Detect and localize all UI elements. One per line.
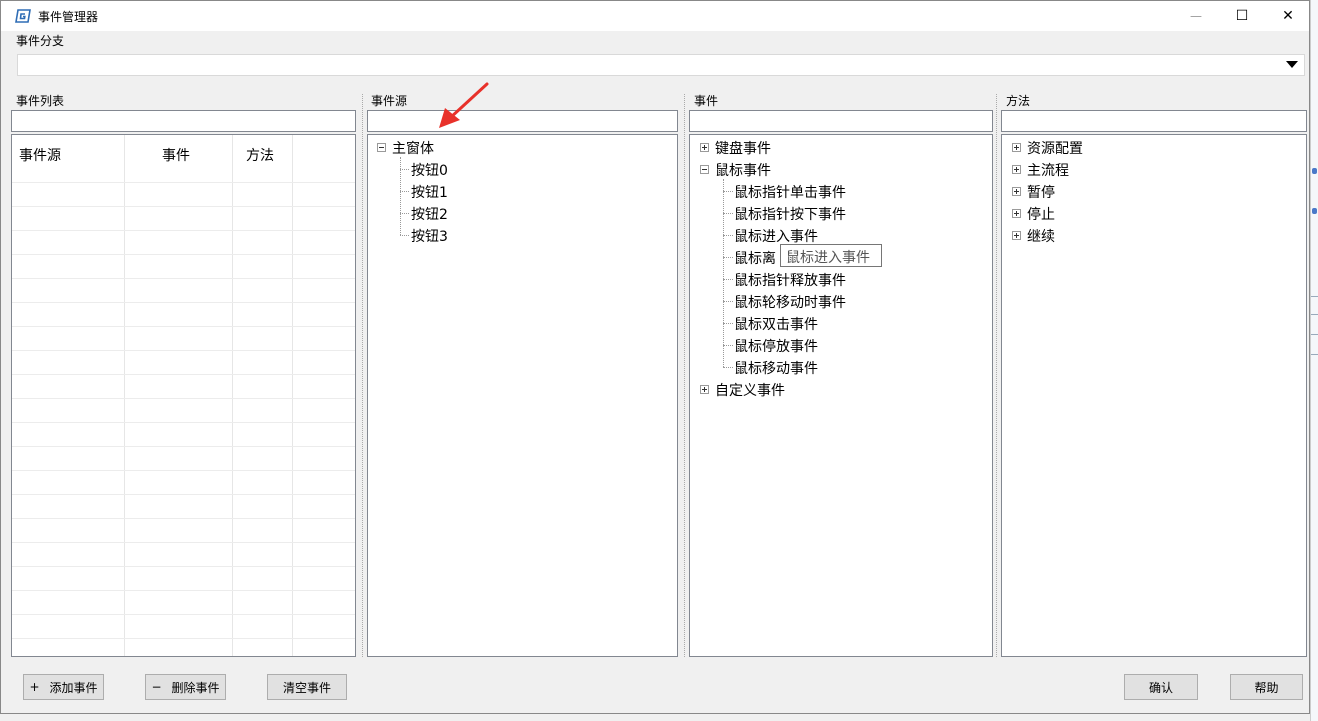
tree-node-pause[interactable]: 暂停 <box>1027 182 1055 202</box>
help-button[interactable]: 帮助 <box>1230 674 1303 700</box>
column-header-event[interactable]: 事件 <box>162 145 190 165</box>
background-app-strip <box>1310 0 1318 721</box>
annotation-arrow-icon <box>439 82 489 128</box>
tree-node-main-window[interactable]: 主窗体 <box>392 138 434 158</box>
events-tree[interactable]: 键盘事件 鼠标事件 鼠标指针单击事件 鼠标指针按下事件 鼠标进入事件 鼠标离 鼠… <box>689 134 993 657</box>
window-title: 事件管理器 <box>38 10 99 24</box>
add-event-label: 添加事件 <box>49 680 98 695</box>
expand-icon[interactable] <box>1012 165 1021 174</box>
splitter-1[interactable] <box>362 94 364 657</box>
collapse-icon[interactable] <box>377 143 386 152</box>
tree-node-mouse-up[interactable]: 鼠标指针释放事件 <box>734 270 846 290</box>
confirm-label: 确认 <box>1148 680 1173 695</box>
event-source-search-input[interactable] <box>367 110 678 132</box>
clear-events-label: 清空事件 <box>282 680 331 695</box>
branch-label: 事件分支 <box>16 34 65 48</box>
tree-node-resume[interactable]: 继续 <box>1027 226 1055 246</box>
event-list-search-input[interactable] <box>11 110 356 132</box>
tree-node-button-2[interactable]: 按钮2 <box>411 204 448 224</box>
tree-node-resource-config[interactable]: 资源配置 <box>1027 138 1083 158</box>
tree-node-mouse-events[interactable]: 鼠标事件 <box>715 160 771 180</box>
tree-node-mouse-click[interactable]: 鼠标指针单击事件 <box>734 182 846 202</box>
tree-node-custom-events[interactable]: 自定义事件 <box>715 380 785 400</box>
event-list-label: 事件列表 <box>16 94 65 108</box>
tree-node-mouse-leave[interactable]: 鼠标离 <box>734 248 776 268</box>
column-header-source[interactable]: 事件源 <box>19 145 61 165</box>
clear-events-button[interactable]: 清空事件 <box>267 674 347 700</box>
title-bar[interactable]: 事件管理器 — ☐ ✕ <box>1 1 1309 31</box>
close-button[interactable]: ✕ <box>1265 1 1311 31</box>
confirm-button[interactable]: 确认 <box>1124 674 1198 700</box>
tree-node-mouse-enter[interactable]: 鼠标进入事件 <box>734 226 818 246</box>
tree-node-mouse-move[interactable]: 鼠标移动事件 <box>734 358 818 378</box>
minimize-button[interactable]: — <box>1173 1 1219 31</box>
maximize-button[interactable]: ☐ <box>1219 1 1265 31</box>
tree-node-stop[interactable]: 停止 <box>1027 204 1055 224</box>
branch-select[interactable] <box>17 54 1305 76</box>
splitter-2[interactable] <box>684 94 686 657</box>
tree-node-mouse-hover[interactable]: 鼠标停放事件 <box>734 336 818 356</box>
expand-icon[interactable] <box>1012 143 1021 152</box>
splitter-3[interactable] <box>996 94 998 657</box>
tree-node-button-3[interactable]: 按钮3 <box>411 226 448 246</box>
methods-tree[interactable]: 资源配置 主流程 暂停 停止 继续 <box>1001 134 1307 657</box>
column-header-method[interactable]: 方法 <box>246 145 274 165</box>
delete-event-label: 删除事件 <box>171 680 220 695</box>
expand-icon[interactable] <box>1012 231 1021 240</box>
add-event-button[interactable]: + 添加事件 <box>23 674 104 700</box>
expand-icon[interactable] <box>700 385 709 394</box>
methods-search-input[interactable] <box>1001 110 1307 132</box>
expand-icon[interactable] <box>700 143 709 152</box>
events-label: 事件 <box>694 94 719 108</box>
maximize-icon: ☐ <box>1235 8 1249 24</box>
tooltip: 鼠标进入事件 <box>780 244 882 267</box>
event-source-tree[interactable]: 主窗体 按钮0 按钮1 按钮2 按钮3 <box>367 134 678 657</box>
event-list-grid[interactable]: 事件源 事件 方法 <box>11 134 356 657</box>
app-logo-icon <box>15 9 31 23</box>
collapse-icon[interactable] <box>700 165 709 174</box>
tree-node-mouse-wheel[interactable]: 鼠标轮移动时事件 <box>734 292 846 312</box>
methods-label: 方法 <box>1006 94 1031 108</box>
event-source-label: 事件源 <box>371 94 408 108</box>
tree-node-main-flow[interactable]: 主流程 <box>1027 160 1069 180</box>
delete-event-button[interactable]: − 删除事件 <box>145 674 226 700</box>
tree-node-mouse-double-click[interactable]: 鼠标双击事件 <box>734 314 818 334</box>
minimize-icon: — <box>1190 9 1202 23</box>
close-icon: ✕ <box>1282 8 1294 24</box>
help-label: 帮助 <box>1254 680 1279 695</box>
tree-node-button-0[interactable]: 按钮0 <box>411 160 448 180</box>
plus-icon: + <box>29 680 40 694</box>
expand-icon[interactable] <box>1012 209 1021 218</box>
tree-node-button-1[interactable]: 按钮1 <box>411 182 448 202</box>
minus-icon: − <box>151 680 162 694</box>
tree-node-keyboard-events[interactable]: 键盘事件 <box>715 138 771 158</box>
events-search-input[interactable] <box>689 110 993 132</box>
tree-node-mouse-down[interactable]: 鼠标指针按下事件 <box>734 204 846 224</box>
dropdown-arrow-icon[interactable] <box>1286 61 1298 68</box>
expand-icon[interactable] <box>1012 187 1021 196</box>
event-manager-window: 事件管理器 — ☐ ✕ 事件分支 事件列表 事件源 事件 方法 事件源 主窗体 … <box>0 0 1310 714</box>
